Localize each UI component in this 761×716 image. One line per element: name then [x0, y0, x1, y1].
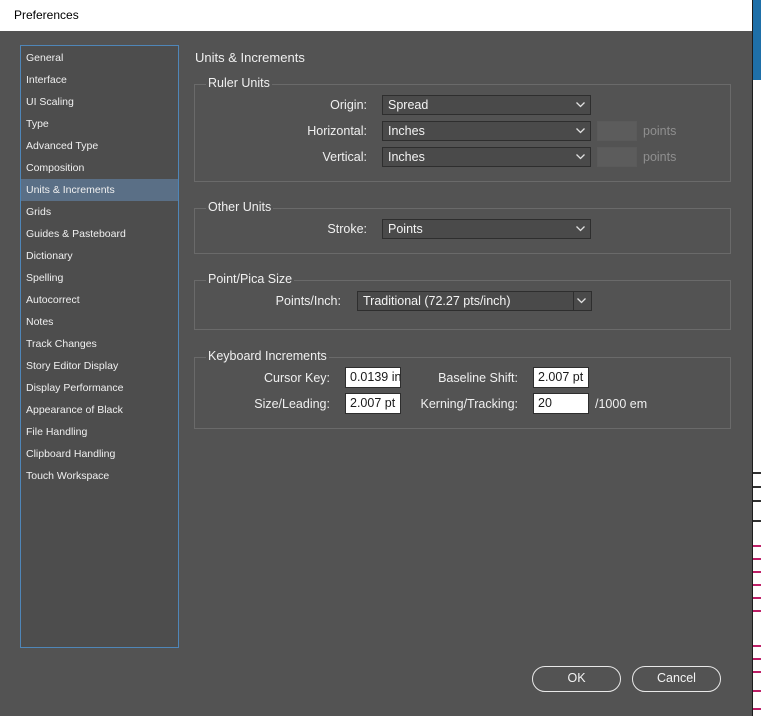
sidebar-item-general[interactable]: General [21, 47, 178, 69]
baseline-shift-input[interactable]: 2.007 pt [533, 367, 589, 388]
horizontal-unit-label: points [643, 124, 677, 138]
keyboard-increments-group [194, 357, 731, 429]
preferences-dialog: Preferences General Interface UI Scaling… [0, 0, 752, 716]
sidebar-item-file-handling[interactable]: File Handling [21, 421, 178, 443]
sidebar-item-advanced-type[interactable]: Advanced Type [21, 135, 178, 157]
size-leading-input[interactable]: 2.007 pt [345, 393, 401, 414]
point-pica-label: Point/Pica Size [206, 272, 295, 286]
origin-dropdown[interactable]: Spread [382, 95, 591, 115]
sidebar-item-story-editor-display[interactable]: Story Editor Display [21, 355, 178, 377]
sidebar-item-interface[interactable]: Interface [21, 69, 178, 91]
kerning-unit-label: /1000 em [595, 397, 648, 411]
background-accent [751, 0, 761, 80]
origin-value: Spread [388, 98, 429, 112]
origin-label: Origin: [330, 98, 367, 112]
sidebar-item-track-changes[interactable]: Track Changes [21, 333, 178, 355]
cancel-button[interactable]: Cancel [632, 666, 721, 692]
cursor-key-label: Cursor Key: [264, 371, 330, 385]
points-per-inch-label: Points/Inch: [275, 294, 341, 308]
sidebar-item-notes[interactable]: Notes [21, 311, 178, 333]
kerning-tracking-label: Kerning/Tracking: [420, 397, 519, 411]
sidebar-item-display-performance[interactable]: Display Performance [21, 377, 178, 399]
sidebar-item-ui-scaling[interactable]: UI Scaling [21, 91, 178, 113]
sidebar-item-autocorrect[interactable]: Autocorrect [21, 289, 178, 311]
sidebar-item-grids[interactable]: Grids [21, 201, 178, 223]
stroke-value: Points [388, 222, 423, 236]
horizontal-points-field [597, 121, 637, 141]
sidebar-item-touch-workspace[interactable]: Touch Workspace [21, 465, 178, 487]
sidebar-item-dictionary[interactable]: Dictionary [21, 245, 178, 267]
stroke-dropdown[interactable]: Points [382, 219, 591, 239]
points-per-inch-dropdown[interactable]: Traditional (72.27 pts/inch) [357, 291, 592, 311]
keyboard-increments-label: Keyboard Increments [206, 349, 329, 363]
stroke-label: Stroke: [327, 222, 367, 236]
cursor-key-input[interactable]: 0.0139 in [345, 367, 401, 388]
vertical-label: Vertical: [322, 150, 367, 164]
horizontal-label: Horizontal: [307, 124, 367, 138]
sidebar-item-clipboard-handling[interactable]: Clipboard Handling [21, 443, 178, 465]
ok-button[interactable]: OK [532, 666, 621, 692]
vertical-dropdown[interactable]: Inches [382, 147, 591, 167]
dialog-title: Preferences [0, 0, 752, 31]
sidebar-item-guides-pasteboard[interactable]: Guides & Pasteboard [21, 223, 178, 245]
baseline-shift-label: Baseline Shift: [438, 371, 518, 385]
size-leading-label: Size/Leading: [254, 397, 330, 411]
sidebar-item-type[interactable]: Type [21, 113, 178, 135]
vertical-value: Inches [388, 150, 425, 164]
horizontal-dropdown[interactable]: Inches [382, 121, 591, 141]
sidebar-item-spelling[interactable]: Spelling [21, 267, 178, 289]
chevron-down-icon [573, 122, 587, 140]
horizontal-value: Inches [388, 124, 425, 138]
chevron-down-icon [573, 148, 587, 166]
preferences-sidebar: General Interface UI Scaling Type Advanc… [20, 45, 179, 648]
vertical-points-field [597, 147, 637, 167]
vertical-unit-label: points [643, 150, 677, 164]
kerning-tracking-input[interactable]: 20 [533, 393, 589, 414]
sidebar-item-appearance-of-black[interactable]: Appearance of Black [21, 399, 178, 421]
points-per-inch-value: Traditional (72.27 pts/inch) [363, 294, 511, 308]
page-title: Units & Increments [195, 50, 305, 65]
chevron-down-icon [573, 96, 587, 114]
sidebar-item-units-increments[interactable]: Units & Increments [21, 179, 178, 201]
ruler-units-label: Ruler Units [206, 76, 272, 90]
other-units-label: Other Units [206, 200, 274, 214]
chevron-down-icon [573, 292, 588, 310]
sidebar-item-composition[interactable]: Composition [21, 157, 178, 179]
chevron-down-icon [573, 220, 587, 238]
